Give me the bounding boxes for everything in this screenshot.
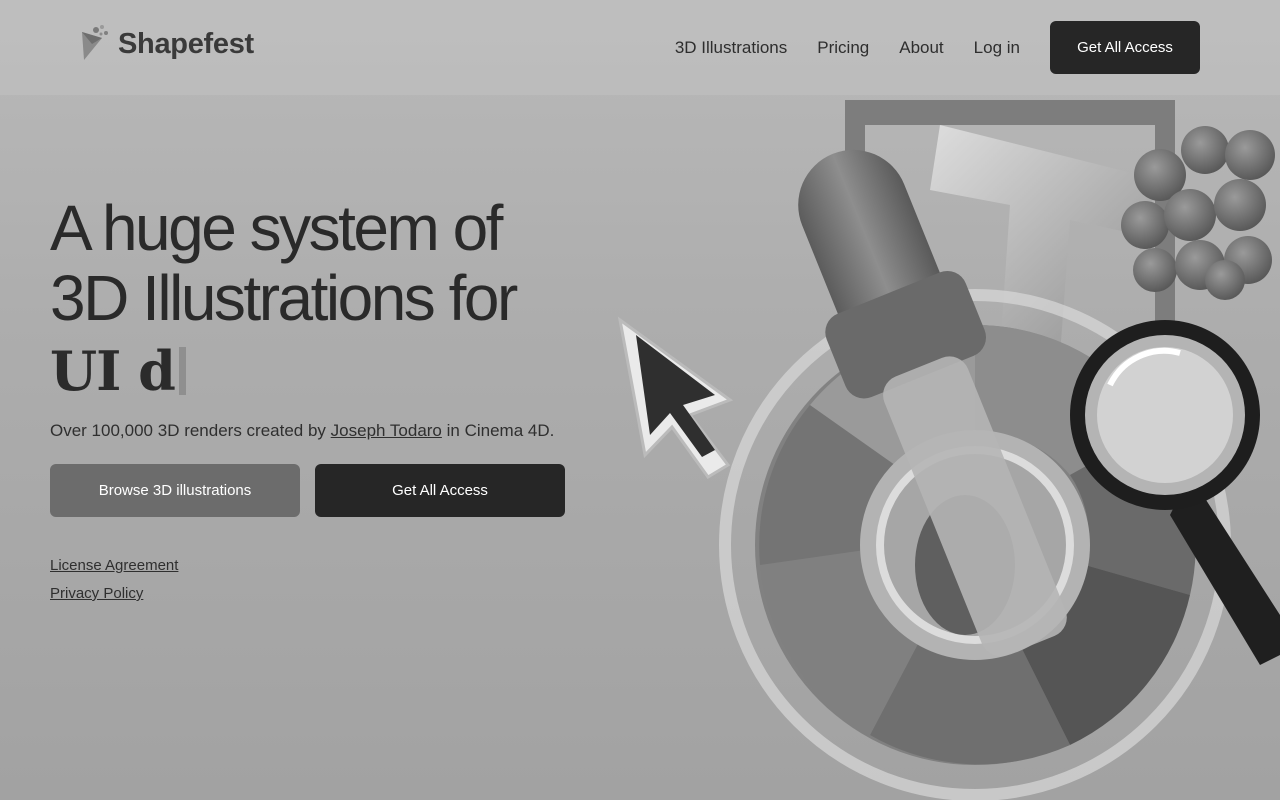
privacy-policy-link[interactable]: Privacy Policy	[50, 585, 143, 602]
cursor-arrow-icon	[617, 316, 734, 479]
nav-link-login[interactable]: Log in	[974, 38, 1020, 58]
get-all-access-button[interactable]: Get All Access	[315, 464, 565, 517]
subtitle-suffix: in Cinema 4D.	[441, 421, 555, 440]
hero-typed-text: UI d	[50, 338, 186, 404]
hero-title-line-1: A huge system of	[50, 192, 503, 264]
typing-caret	[178, 347, 186, 395]
nav-link-about[interactable]: About	[899, 38, 943, 58]
license-agreement-link[interactable]: License Agreement	[50, 557, 178, 574]
main-nav: 3D Illustrations Pricing About Log in Ge…	[675, 21, 1200, 74]
hero-illustration	[600, 95, 1280, 800]
grapes-icon	[1121, 126, 1275, 300]
subtitle-prefix: Over 100,000 3D renders created by	[50, 421, 331, 440]
shapefest-logo-icon	[78, 24, 112, 64]
nav-get-all-access-button[interactable]: Get All Access	[1050, 21, 1200, 74]
author-link[interactable]: Joseph Todaro	[331, 421, 442, 440]
hero-title: A huge system of 3D Illustrations for	[50, 193, 610, 333]
hero-subtitle: Over 100,000 3D renders created by Josep…	[50, 421, 554, 441]
nav-link-3d-illustrations[interactable]: 3D Illustrations	[675, 38, 787, 58]
brand-logo[interactable]: Shapefest	[78, 22, 254, 66]
typed-text: UI d	[50, 339, 176, 403]
brand-name: Shapefest	[118, 27, 254, 60]
hero-title-line-2: 3D Illustrations for	[50, 262, 518, 334]
nav-link-pricing[interactable]: Pricing	[817, 38, 869, 58]
browse-illustrations-button[interactable]: Browse 3D illustrations	[50, 464, 300, 517]
